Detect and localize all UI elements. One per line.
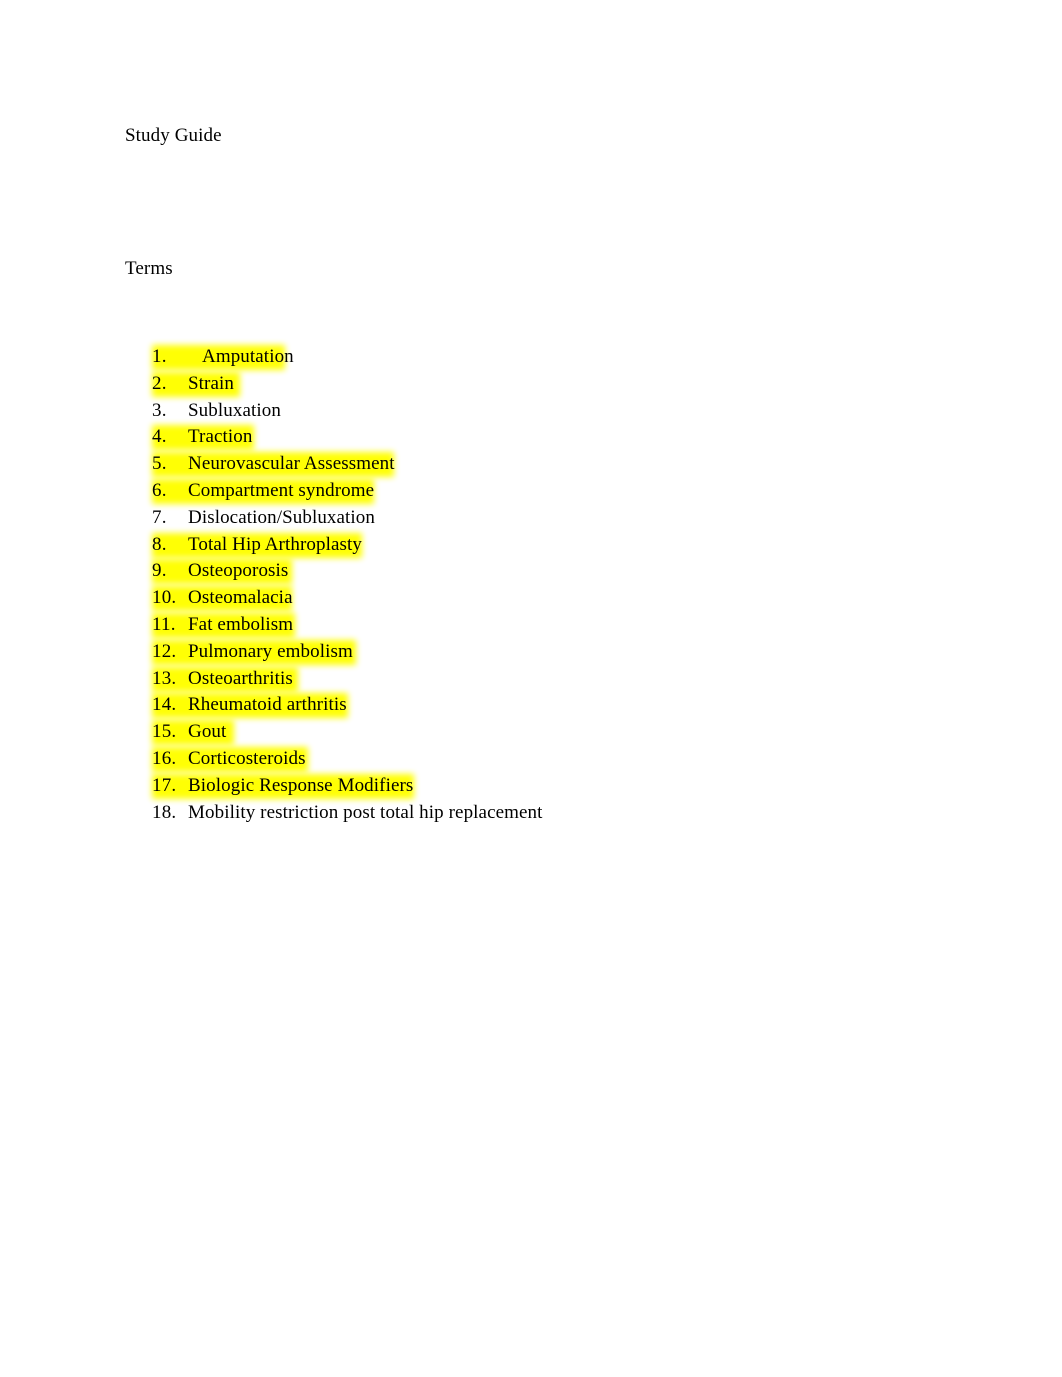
list-item-label: Compartment syndrome bbox=[188, 479, 375, 501]
list-item: 18. Mobility restriction post total hip r… bbox=[152, 800, 912, 827]
list-item-number: 15. bbox=[152, 721, 177, 743]
list-item-content: 3. Subluxation bbox=[152, 398, 912, 425]
list-item-label: Osteomalacia bbox=[188, 587, 293, 609]
list-item-label: Amputation bbox=[202, 346, 294, 367]
list-item-content: 5. Neurovascular Assessment bbox=[152, 451, 912, 478]
list-item-content: 17. Biologic Response Modifiers bbox=[152, 773, 912, 800]
list-item: 8. Total Hip Arthroplasty bbox=[152, 532, 912, 559]
list-item-content: 14. Rheumatoid arthritis bbox=[152, 692, 912, 719]
list-item-label: Osteoporosis bbox=[188, 560, 289, 582]
list-item: 4. Traction bbox=[152, 424, 912, 451]
list-item-label: Rheumatoid arthritis bbox=[188, 694, 347, 716]
list-item: 14. Rheumatoid arthritis bbox=[152, 692, 912, 719]
list-item-number: 13. bbox=[152, 667, 177, 689]
list-item-number: 4. bbox=[152, 426, 167, 448]
list-item-number: 3. bbox=[152, 399, 167, 421]
list-item-content: 1. Amputation bbox=[152, 344, 912, 371]
list-item-label: Biologic Response Modifiers bbox=[188, 774, 414, 796]
list-item-number: 18. bbox=[152, 801, 177, 823]
list-item-number: 16. bbox=[152, 747, 177, 769]
list-item: 7. Dislocation/Subluxation bbox=[152, 505, 912, 532]
list-item-content: 18. Mobility restriction post total hip r… bbox=[152, 800, 912, 827]
list-item-number: 7. bbox=[152, 506, 167, 528]
list-item-number: 10. bbox=[152, 587, 177, 609]
section-heading-terms: Terms bbox=[125, 258, 173, 279]
list-item-number: 11. bbox=[152, 613, 176, 635]
list-item: 11. Fat embolism bbox=[152, 612, 912, 639]
list-item-label: Osteoarthritis bbox=[188, 667, 293, 689]
list-item-label: Subluxation bbox=[188, 399, 281, 421]
list-item-label: Neurovascular Assessment bbox=[188, 453, 395, 475]
list-item-content: 9. Osteoporosis bbox=[152, 558, 912, 585]
list-item-label: Gout bbox=[188, 721, 227, 743]
list-item-label: Traction bbox=[188, 426, 253, 448]
list-item-content: 8. Total Hip Arthroplasty bbox=[152, 532, 912, 559]
list-item-number: 2. bbox=[152, 372, 167, 394]
list-item-number: 17. bbox=[152, 774, 177, 796]
list-item-label: Pulmonary embolism bbox=[188, 640, 353, 662]
list-item: 12. Pulmonary embolism bbox=[152, 639, 912, 666]
list-item-content: 7. Dislocation/Subluxation bbox=[152, 505, 912, 532]
list-item: 2. Strain bbox=[152, 371, 912, 398]
list-item-label: Strain bbox=[188, 372, 234, 394]
list-item: 5. Neurovascular Assessment bbox=[152, 451, 912, 478]
document-page: Study Guide Terms 1. Amputation 2. Strain 3.… bbox=[0, 0, 1062, 1377]
list-item-label: Mobility restriction post total hip repl… bbox=[188, 801, 543, 823]
list-item-number: 14. bbox=[152, 694, 177, 716]
list-item-label: Dislocation/Subluxation bbox=[188, 506, 376, 528]
list-item-content: 16. Corticosteroids bbox=[152, 746, 912, 773]
list-item-content: 6. Compartment syndrome bbox=[152, 478, 912, 505]
list-item: 6. Compartment syndrome bbox=[152, 478, 912, 505]
list-item-content: 13. Osteoarthritis bbox=[152, 666, 912, 693]
list-item: 13. Osteoarthritis bbox=[152, 666, 912, 693]
list-item: 9. Osteoporosis bbox=[152, 558, 912, 585]
list-item-content: 2. Strain bbox=[152, 371, 912, 398]
list-item-number: 6. bbox=[152, 479, 167, 501]
list-item-content: 10. Osteomalacia bbox=[152, 585, 912, 612]
list-item-label: Corticosteroids bbox=[188, 747, 306, 769]
list-item: 16. Corticosteroids bbox=[152, 746, 912, 773]
list-item-content: 12. Pulmonary embolism bbox=[152, 639, 912, 666]
page-title: Study Guide bbox=[125, 125, 222, 146]
list-item-content: 15. Gout bbox=[152, 719, 912, 746]
list-item-number: 5. bbox=[152, 453, 167, 475]
list-item: 15. Gout bbox=[152, 719, 912, 746]
list-item: 10. Osteomalacia bbox=[152, 585, 912, 612]
list-item-content: 4. Traction bbox=[152, 424, 912, 451]
list-item-number: 9. bbox=[152, 560, 167, 582]
list-item-number: 1. bbox=[152, 346, 167, 367]
terms-list: 1. Amputation 2. Strain 3. Subluxation 4. Tract… bbox=[152, 344, 912, 826]
list-item: 17. Biologic Response Modifiers bbox=[152, 773, 912, 800]
list-item: 3. Subluxation bbox=[152, 398, 912, 425]
list-item-label: Fat embolism bbox=[188, 613, 294, 635]
list-item-number: 12. bbox=[152, 640, 177, 662]
list-item-label: Total Hip Arthroplasty bbox=[188, 533, 362, 555]
list-item-content: 11. Fat embolism bbox=[152, 612, 912, 639]
list-item-number: 8. bbox=[152, 533, 167, 555]
list-item: 1. Amputation bbox=[152, 344, 912, 371]
